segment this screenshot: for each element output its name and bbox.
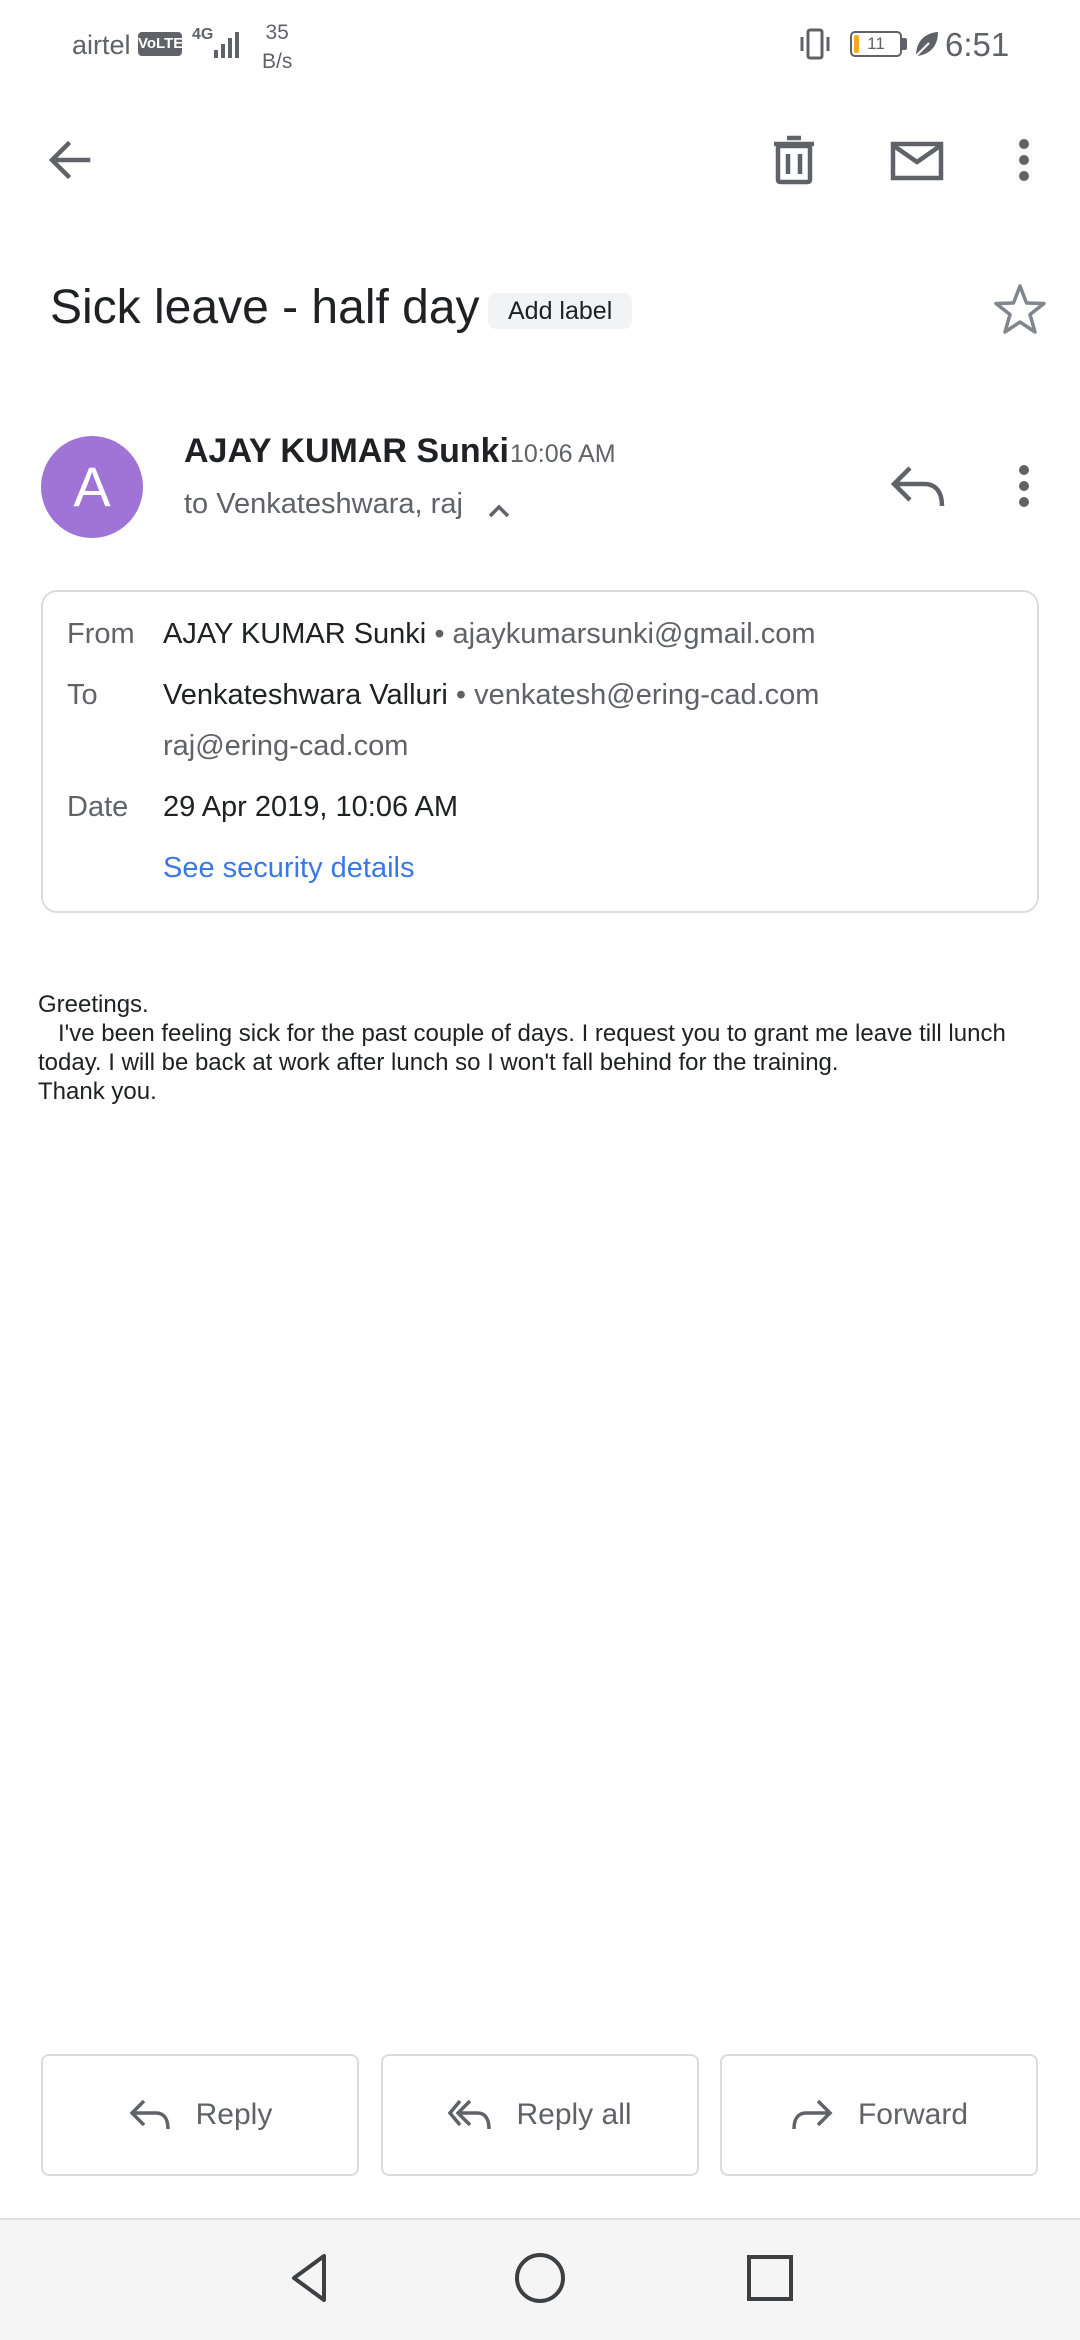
status-bar: airtel VoLTE 4G 35 B/s 11 6:51 bbox=[0, 0, 1080, 90]
forward-button[interactable]: Forward bbox=[720, 2054, 1038, 2176]
nav-back-icon[interactable] bbox=[280, 2248, 340, 2308]
battery-tip bbox=[902, 38, 907, 50]
carrier-name: airtel bbox=[72, 30, 131, 60]
speed-value: 35 bbox=[265, 21, 289, 44]
to-value: Venkateshwara Valluri • venkatesh@ering-… bbox=[163, 679, 819, 712]
vibrate-icon bbox=[800, 28, 830, 60]
to-second-email: raj@ering-cad.com bbox=[163, 730, 409, 762]
from-name: AJAY KUMAR Sunki bbox=[163, 618, 427, 650]
chevron-up-icon[interactable] bbox=[484, 496, 514, 526]
reply-all-label: Reply all bbox=[516, 2098, 632, 2131]
forward-label: Forward bbox=[857, 2098, 969, 2131]
to-name: Venkateshwara Valluri bbox=[163, 679, 448, 711]
clock: 6:51 bbox=[945, 26, 1010, 63]
mail-icon[interactable] bbox=[887, 130, 947, 190]
nav-recents-icon[interactable] bbox=[740, 2248, 800, 2308]
signal-icon bbox=[214, 32, 239, 58]
message-more-icon[interactable] bbox=[1000, 456, 1048, 516]
speed-unit: B/s bbox=[262, 50, 293, 73]
recipients-summary[interactable]: to Venkateshwara, raj bbox=[184, 488, 463, 521]
power-saving-leaf-icon bbox=[915, 32, 938, 57]
email-subject: Sick leave - half day bbox=[50, 281, 480, 334]
reply-all-button[interactable]: Reply all bbox=[381, 2054, 699, 2176]
reply-label: Reply bbox=[195, 2098, 273, 2131]
sender-name: AJAY KUMAR Sunki bbox=[184, 432, 509, 470]
reply-all-icon bbox=[448, 2099, 492, 2130]
reply-icon[interactable] bbox=[888, 460, 948, 512]
volte-badge: VoLTE bbox=[138, 32, 183, 56]
reply-button[interactable]: Reply bbox=[41, 2054, 359, 2176]
to-label: To bbox=[67, 679, 98, 711]
star-outline-icon[interactable] bbox=[990, 280, 1050, 340]
from-label: From bbox=[67, 618, 135, 650]
date-value: 29 Apr 2019, 10:06 AM bbox=[163, 791, 459, 823]
add-label-chip[interactable]: Add label bbox=[488, 293, 633, 329]
network-speed: 35 B/s bbox=[262, 18, 292, 76]
from-value: AJAY KUMAR Sunki • ajaykumarsunki@gmail.… bbox=[163, 618, 816, 651]
more-vert-icon[interactable] bbox=[994, 130, 1054, 190]
security-details-link[interactable]: See security details bbox=[163, 852, 414, 885]
sender-avatar[interactable]: A bbox=[41, 436, 143, 538]
battery-icon: 11 bbox=[850, 31, 902, 57]
network-type: 4G bbox=[192, 26, 214, 43]
trash-icon[interactable] bbox=[764, 130, 824, 190]
forward-icon bbox=[792, 2099, 833, 2130]
nav-home-icon[interactable] bbox=[510, 2248, 570, 2308]
from-email: • ajaykumarsunki@gmail.com bbox=[434, 618, 816, 650]
message-details-card: From AJAY KUMAR Sunki • ajaykumarsunki@g… bbox=[41, 590, 1039, 913]
battery-level: 11 bbox=[867, 34, 885, 53]
email-body: Greetings. I've been feeling sick for th… bbox=[38, 991, 1006, 1105]
message-time: 10:06 AM bbox=[510, 440, 616, 468]
back-arrow-icon[interactable] bbox=[40, 130, 100, 190]
reply-icon bbox=[129, 2099, 170, 2130]
to-email: • venkatesh@ering-cad.com bbox=[455, 679, 820, 711]
date-label: Date bbox=[67, 791, 129, 823]
